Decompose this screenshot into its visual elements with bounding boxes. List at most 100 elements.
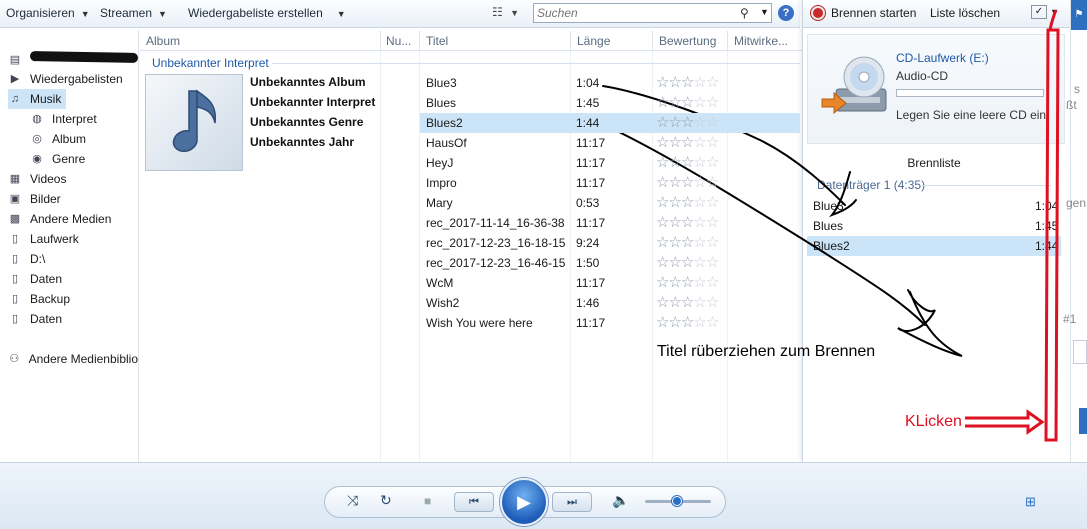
column-separator[interactable] [570,31,571,51]
star-icon[interactable]: ☆ [656,154,669,171]
star-icon[interactable]: ☆ [693,214,706,231]
drive-name[interactable]: CD-Laufwerk (E:) [896,51,989,65]
create-playlist-menu[interactable]: Wiedergabeliste erstellen ▼ [188,6,346,20]
star-icon[interactable]: ☆ [668,274,681,291]
star-icon[interactable]: ☆ [668,154,681,171]
burn-list-item[interactable]: Blues2 1:44 [807,236,1061,256]
column-separator[interactable] [380,31,381,51]
album-art[interactable] [145,74,243,171]
nav-item-pictures[interactable]: ▣ Bilder [8,189,61,209]
star-icon[interactable]: ☆ [656,274,669,291]
burn-list-item[interactable]: Blue3 1:04 [807,196,1061,216]
nav-item-videos[interactable]: ▦ Videos [8,169,67,189]
column-album[interactable]: Album [146,34,180,48]
shuffle-icon[interactable]: ⤨ [347,492,358,509]
rating-stars[interactable]: ☆☆☆☆☆ [656,153,719,171]
star-icon[interactable]: ☆ [681,274,694,291]
flag-icon[interactable]: ⚑ [1071,0,1087,30]
star-icon[interactable]: ☆ [681,294,694,311]
organize-menu[interactable]: Organisieren ▼ [6,6,90,20]
star-icon[interactable]: ☆ [656,134,669,151]
clear-list-button[interactable]: Liste löschen [930,6,1000,20]
switch-to-now-playing-icon[interactable]: ⊞ [1025,494,1036,510]
stop-icon[interactable]: ■ [424,494,431,508]
star-icon[interactable]: ☆ [681,114,694,131]
star-icon[interactable]: ☆ [693,274,706,291]
star-icon[interactable]: ☆ [706,194,719,211]
track-row[interactable]: Blues 1:45 ☆☆☆☆☆ [420,93,800,113]
star-icon[interactable]: ☆ [656,294,669,311]
star-icon[interactable]: ☆ [693,294,706,311]
rating-stars[interactable]: ☆☆☆☆☆ [656,173,719,191]
star-icon[interactable]: ☆ [706,174,719,191]
nav-user-library[interactable]: ▤ [8,50,30,70]
rating-stars[interactable]: ☆☆☆☆☆ [656,293,719,311]
track-row[interactable]: rec_2017-11-14_16-36-38 11:17 ☆☆☆☆☆ [420,213,800,233]
rating-stars[interactable]: ☆☆☆☆☆ [656,273,719,291]
star-icon[interactable]: ☆ [668,94,681,111]
star-icon[interactable]: ☆ [668,254,681,271]
track-row[interactable]: rec_2017-12-23_16-46-15 1:50 ☆☆☆☆☆ [420,253,800,273]
nav-item-other-media[interactable]: ▩ Andere Medien [8,209,112,229]
star-icon[interactable]: ☆ [681,94,694,111]
track-row[interactable]: Impro 11:17 ☆☆☆☆☆ [420,173,800,193]
column-length[interactable]: Länge [577,34,610,48]
track-row[interactable]: Wish2 1:46 ☆☆☆☆☆ [420,293,800,313]
track-row[interactable]: Blues2 1:44 ☆☆☆☆☆ [420,113,800,133]
star-icon[interactable]: ☆ [668,294,681,311]
chevron-down-icon[interactable]: ▼ [1050,7,1059,17]
search-input[interactable] [537,5,733,21]
track-row[interactable]: Mary 0:53 ☆☆☆☆☆ [420,193,800,213]
star-icon[interactable]: ☆ [681,174,694,191]
nav-item-data-2[interactable]: ▯ Daten [8,309,62,329]
burn-list-item[interactable]: Blues 1:45 [807,216,1061,236]
nav-item-drive-d[interactable]: ▯ D:\ [8,249,45,269]
rating-stars[interactable]: ☆☆☆☆☆ [656,253,719,271]
star-icon[interactable]: ☆ [668,234,681,251]
rating-stars[interactable]: ☆☆☆☆☆ [656,213,719,231]
star-icon[interactable]: ☆ [706,234,719,251]
nav-item-playlists[interactable]: ▶ Wiedergabelisten [8,69,123,89]
star-icon[interactable]: ☆ [681,314,694,331]
star-icon[interactable]: ☆ [706,134,719,151]
star-icon[interactable]: ☆ [693,314,706,331]
nav-item-album[interactable]: ◎ Album [30,129,86,149]
help-icon[interactable]: ? [778,5,794,21]
edge-blue-button[interactable] [1079,408,1087,434]
star-icon[interactable]: ☆ [706,94,719,111]
column-title[interactable]: Titel [426,34,448,48]
rating-stars[interactable]: ☆☆☆☆☆ [656,73,719,91]
star-icon[interactable]: ☆ [706,254,719,271]
star-icon[interactable]: ☆ [656,254,669,271]
star-icon[interactable]: ☆ [656,194,669,211]
star-icon[interactable]: ☆ [681,134,694,151]
star-icon[interactable]: ☆ [693,174,706,191]
play-button[interactable]: ▶ [500,478,548,526]
star-icon[interactable]: ☆ [693,194,706,211]
star-icon[interactable]: ☆ [681,254,694,271]
star-icon[interactable]: ☆ [693,74,706,91]
star-icon[interactable]: ☆ [656,174,669,191]
previous-button[interactable]: ⏮ [454,492,494,512]
start-burn-button[interactable]: Brennen starten [811,6,916,20]
star-icon[interactable]: ☆ [706,114,719,131]
star-icon[interactable]: ☆ [656,234,669,251]
star-icon[interactable]: ☆ [706,214,719,231]
star-icon[interactable]: ☆ [656,314,669,331]
track-row[interactable]: HeyJ 11:17 ☆☆☆☆☆ [420,153,800,173]
volume-icon[interactable]: 🔈 [612,492,629,509]
column-separator[interactable] [419,31,420,51]
star-icon[interactable]: ☆ [656,74,669,91]
star-icon[interactable]: ☆ [693,154,706,171]
star-icon[interactable]: ☆ [681,234,694,251]
star-icon[interactable]: ☆ [706,294,719,311]
star-icon[interactable]: ☆ [681,194,694,211]
star-icon[interactable]: ☆ [681,214,694,231]
nav-other-libraries[interactable]: ⚇ Andere Medienbiblio [8,349,138,369]
group-header-artist[interactable]: Unbekannter Interpret [152,56,269,70]
star-icon[interactable]: ☆ [693,94,706,111]
rating-stars[interactable]: ☆☆☆☆☆ [656,313,719,331]
track-row[interactable]: WcM 11:17 ☆☆☆☆☆ [420,273,800,293]
star-icon[interactable]: ☆ [668,134,681,151]
star-icon[interactable]: ☆ [668,174,681,191]
